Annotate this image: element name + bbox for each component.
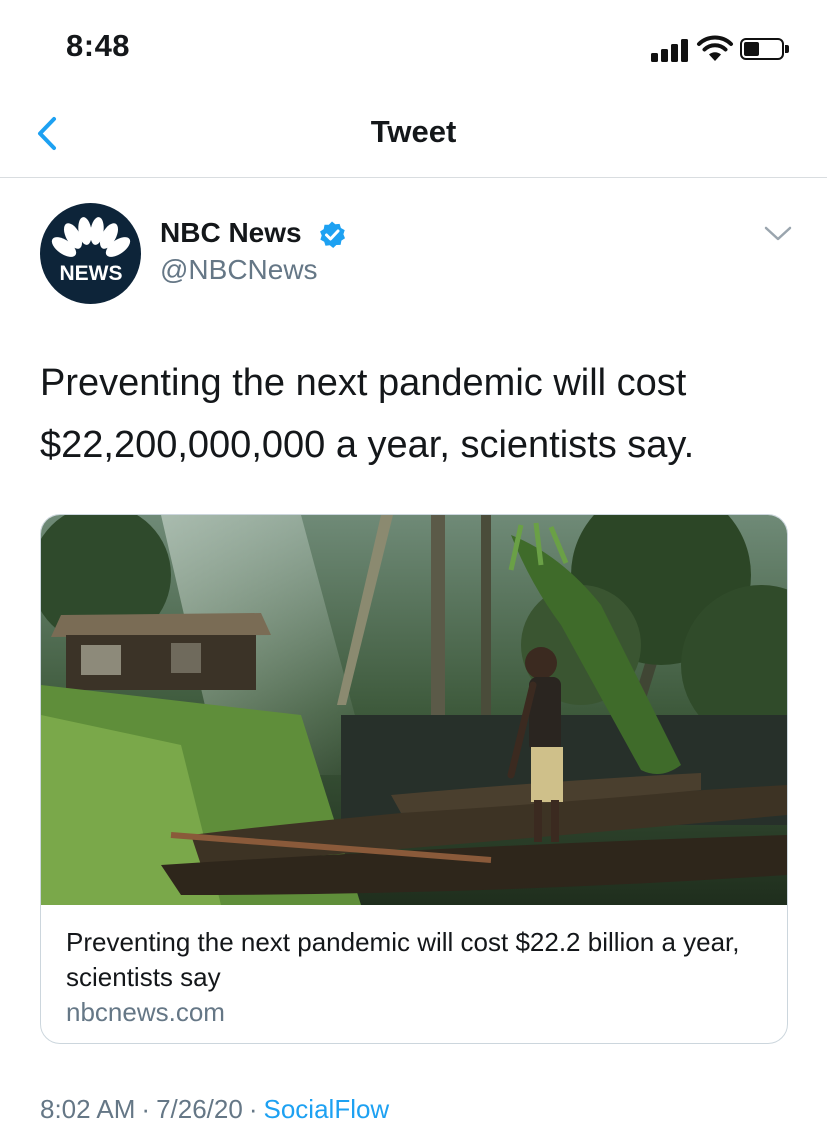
nbc-peacock-logo: NEWS [51,217,131,285]
navigation-bar: Tweet [0,100,827,178]
tweet-metadata: 8:02 AM · 7/26/20 · SocialFlow [40,1094,389,1125]
wifi-icon [696,35,734,63]
battery-icon [740,38,790,60]
author-handle[interactable]: @NBCNews [160,254,318,286]
avatar-text: NEWS [60,262,123,285]
tweet-text: Preventing the next pandemic will cost $… [40,362,695,466]
avatar[interactable]: NEWS [40,203,141,304]
verified-badge-icon [317,220,347,250]
card-image [41,515,787,905]
chevron-down-icon [764,226,792,241]
tweet-time: 8:02 AM [40,1094,136,1124]
source-link[interactable]: SocialFlow [264,1094,390,1124]
status-time: 8:48 [66,28,131,63]
card-domain: nbcnews.com [66,997,225,1027]
separator: · [248,1094,258,1124]
status-bar: 8:48 [0,0,827,100]
separator: · [141,1094,151,1124]
author-name[interactable]: NBC News [160,217,302,249]
tweet-date: 7/26/20 [156,1094,243,1124]
tweet-options-button[interactable] [762,222,794,246]
cellular-signal-icon [651,38,691,62]
link-card[interactable]: Preventing the next pandemic will cost $… [40,514,788,1044]
card-title: Preventing the next pandemic will cost $… [66,927,740,992]
page-title: Tweet [370,114,457,149]
